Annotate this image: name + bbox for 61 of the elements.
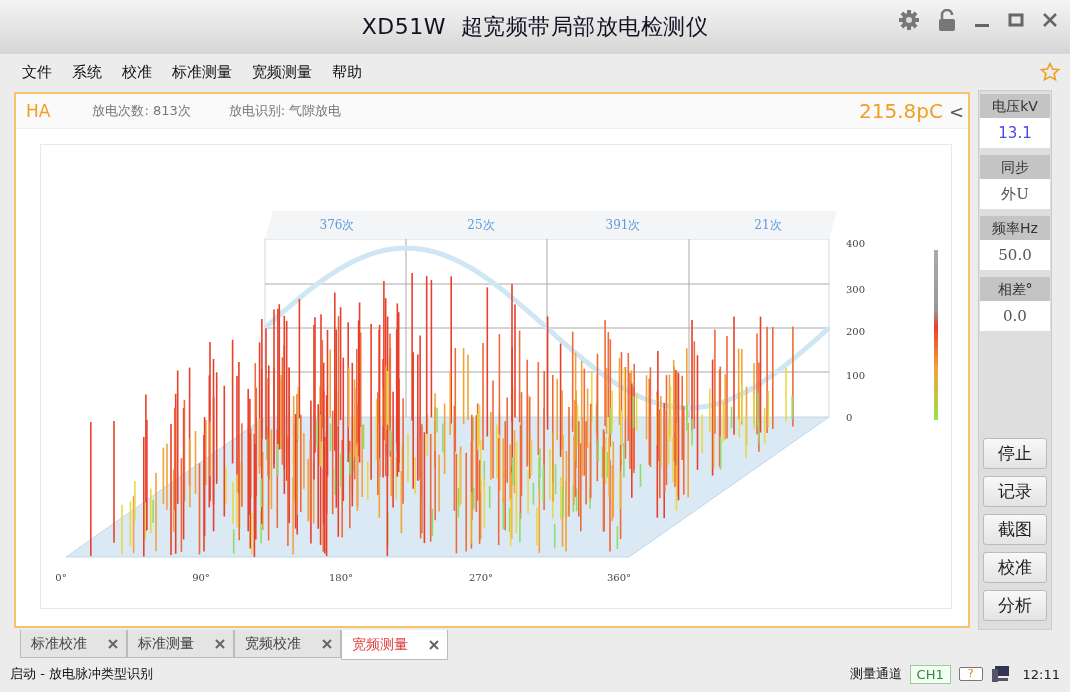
clock-time: 12:11 [1022,666,1060,682]
close-icon[interactable] [429,639,439,650]
y-tick-label: 200 [846,326,866,337]
x-tick-label: 0° [55,572,67,583]
reading-value: 13.1 [980,118,1050,148]
action-button[interactable]: 校准 [983,552,1047,583]
tab-label: 宽频测量 [352,635,408,654]
y-tick-label: 0 [846,412,853,423]
close-icon[interactable] [1042,12,1058,28]
discharge-count: 放电次数: 813次 [92,102,191,120]
x-tick-label: 360° [606,572,632,583]
reading-value: 外U [980,179,1050,209]
quadrant-count: 391次 [605,218,641,232]
amplitude-value: 215.8pC [859,99,943,123]
quadrant-count: 376次 [319,218,355,232]
x-tick-label: 270° [468,572,494,583]
tab[interactable]: 标准校准 [20,630,127,658]
tab[interactable]: 宽频校准 [234,630,341,658]
y-tick-label: 300 [846,284,866,295]
battery-indicator: ? [958,667,983,681]
channel-label: 测量通道 [849,665,902,683]
reading-label: 相差° [980,277,1050,301]
menu-item[interactable]: 校准 [122,62,152,82]
reading-label: 频率Hz [980,216,1050,240]
menu-item[interactable]: 帮助 [332,62,362,82]
reading-label: 电压kV [980,94,1050,118]
discharge-type: 放电识别: 气隙放电 [228,102,342,120]
x-tick-label: 180° [328,572,354,583]
y-tick-label: 400 [846,238,866,249]
tab-label: 标准测量 [138,634,194,653]
tab-label: 宽频校准 [245,634,301,653]
tab[interactable]: 宽频测量 [341,630,448,660]
menu-item[interactable]: 文件 [22,62,52,82]
close-icon[interactable] [215,638,225,649]
reading-value: 0.0 [980,301,1050,331]
star-icon[interactable] [1040,62,1060,82]
action-button[interactable]: 停止 [983,438,1047,469]
quadrant-count: 21次 [754,218,782,232]
channel-indicator: CH1 [909,664,951,684]
menu-item[interactable]: 系统 [72,62,102,82]
close-icon[interactable] [108,638,118,649]
action-button[interactable]: 记录 [983,476,1047,507]
reading-label: 同步 [980,155,1050,179]
computer-icon [990,665,1011,683]
menu-item[interactable]: 标准测量 [172,62,232,82]
action-button[interactable]: 截图 [983,514,1047,545]
y-tick-label: 100 [846,370,866,381]
status-message: 启动 - 放电脉冲类型识别 [10,665,153,683]
tab[interactable]: 标准测量 [127,630,234,658]
reading-value: 50.0 [980,240,1050,270]
window-title: XD51W 超宽频带局部放电检测仪 [361,13,709,41]
lock-icon[interactable] [938,9,956,31]
quadrant-count: 25次 [467,218,495,232]
maximize-icon[interactable] [1008,12,1024,28]
menu-item[interactable]: 宽频测量 [252,62,312,82]
x-tick-label: 90° [192,572,210,583]
collapse-toggle[interactable]: < [948,100,964,122]
tab-label: 标准校准 [31,634,87,653]
channel-label: HA [26,101,51,121]
action-button[interactable]: 分析 [983,590,1047,621]
close-icon[interactable] [322,638,332,649]
